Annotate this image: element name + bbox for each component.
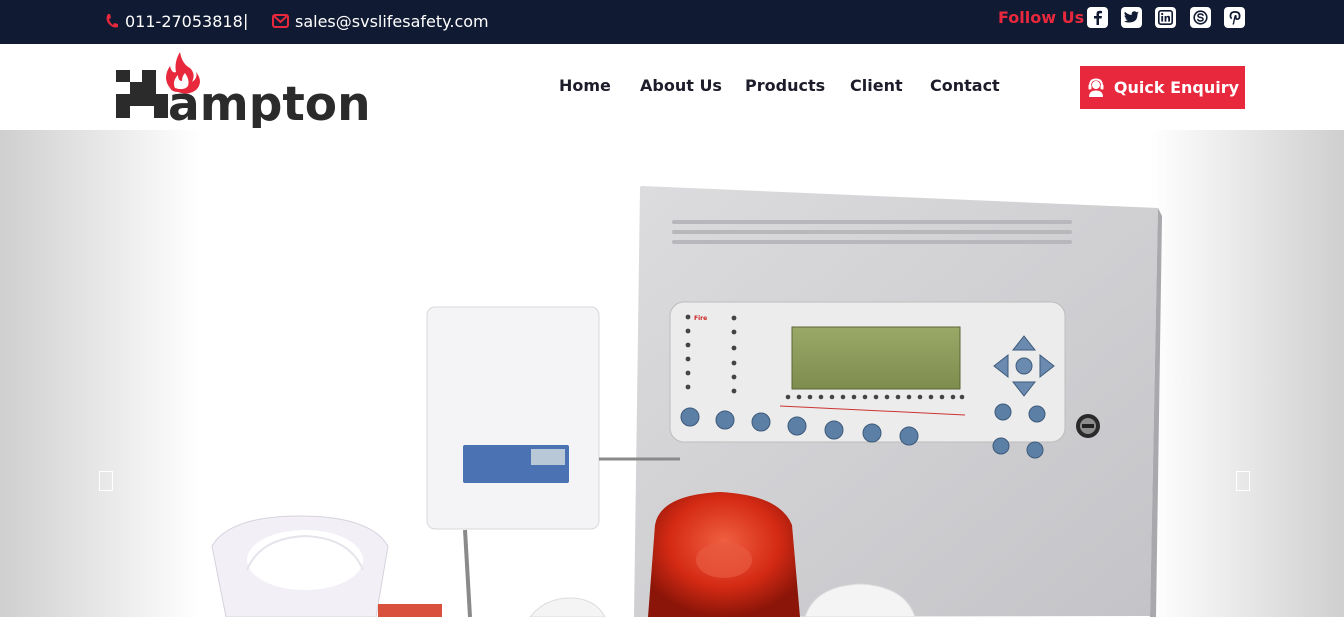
- phone-number: 011-27053818: [125, 11, 243, 31]
- facebook-icon: [1093, 10, 1102, 25]
- nav-products[interactable]: Products: [745, 75, 825, 97]
- panel-fire-label: Fire: [694, 315, 707, 322]
- email-contact[interactable]: sales@svslifesafety.com: [272, 10, 489, 32]
- nav-client[interactable]: Client: [850, 75, 903, 97]
- nav-about-us[interactable]: About Us: [640, 75, 722, 97]
- twitter-link[interactable]: [1121, 7, 1142, 28]
- phone-icon: [106, 14, 118, 28]
- linkedin-icon: [1158, 10, 1173, 25]
- envelope-icon: [272, 14, 289, 28]
- linkedin-link[interactable]: [1155, 7, 1176, 28]
- logo-wordmark: ampton: [168, 77, 371, 128]
- support-agent-icon: [1088, 77, 1104, 97]
- facebook-link[interactable]: [1087, 7, 1108, 28]
- slider-prev-button[interactable]: [99, 471, 113, 491]
- follow-us-label: Follow Us: [998, 8, 1085, 27]
- email-address: sales@svslifesafety.com: [295, 11, 489, 31]
- twitter-icon: [1124, 11, 1139, 23]
- hampton-logo-mark: ampton: [116, 52, 371, 132]
- hero-slider: Fire: [0, 130, 1344, 617]
- skype-link[interactable]: [1190, 7, 1211, 28]
- slider-next-button[interactable]: [1236, 471, 1250, 491]
- hampton-logo[interactable]: ampton: [112, 48, 372, 132]
- phone-contact[interactable]: 011-27053818: [105, 10, 243, 32]
- quick-enquiry-label: Quick Enquiry: [1113, 78, 1240, 97]
- top-bar: 011-27053818 | sales@svslifesafety.com F…: [0, 0, 1344, 44]
- skype-icon: [1193, 10, 1208, 25]
- pinterest-link[interactable]: [1224, 7, 1245, 28]
- fire-alarm-product-image: Fire: [211, 186, 1162, 617]
- quick-enquiry-button[interactable]: Quick Enquiry: [1080, 66, 1245, 109]
- contact-separator: |: [243, 11, 249, 30]
- pinterest-icon: [1229, 10, 1240, 24]
- nav-contact[interactable]: Contact: [930, 75, 1000, 97]
- nav-home[interactable]: Home: [559, 75, 611, 97]
- main-header: ampton Home About Us Products Client Con…: [0, 44, 1344, 132]
